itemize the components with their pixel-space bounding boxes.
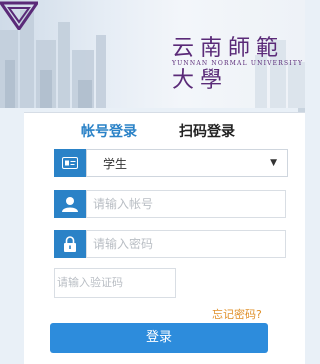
login-button[interactable]: 登录 xyxy=(50,323,268,353)
captcha-input[interactable]: 请输入验证码 xyxy=(54,268,176,298)
school-name-english: YUNNAN NORMAL UNIVERSITY xyxy=(172,60,304,67)
user-icon xyxy=(54,190,86,218)
role-select[interactable]: 学生 ▼ xyxy=(86,149,288,177)
account-input[interactable]: 请输入帐号 xyxy=(86,190,286,218)
university-logo xyxy=(0,1,38,30)
lock-icon xyxy=(54,230,86,258)
id-card-icon xyxy=(54,149,86,177)
role-select-value: 学生 xyxy=(103,156,128,171)
password-input[interactable]: 请输入密码 xyxy=(86,230,286,258)
tab-qr-login[interactable]: 扫码登录 xyxy=(179,121,235,141)
chevron-down-icon: ▼ xyxy=(270,158,277,168)
login-panel: 帐号登录 扫码登录 学生 ▼ 请输入帐号 请输入密码 请输入验证码 忘记密码? … xyxy=(24,112,305,364)
forgot-password-link[interactable]: 忘记密码? xyxy=(212,306,262,322)
login-tabs: 帐号登录 扫码登录 xyxy=(24,121,305,143)
tab-account-login[interactable]: 帐号登录 xyxy=(81,121,137,141)
header-banner: 云南師範大學 YUNNAN NORMAL UNIVERSITY xyxy=(0,0,305,108)
